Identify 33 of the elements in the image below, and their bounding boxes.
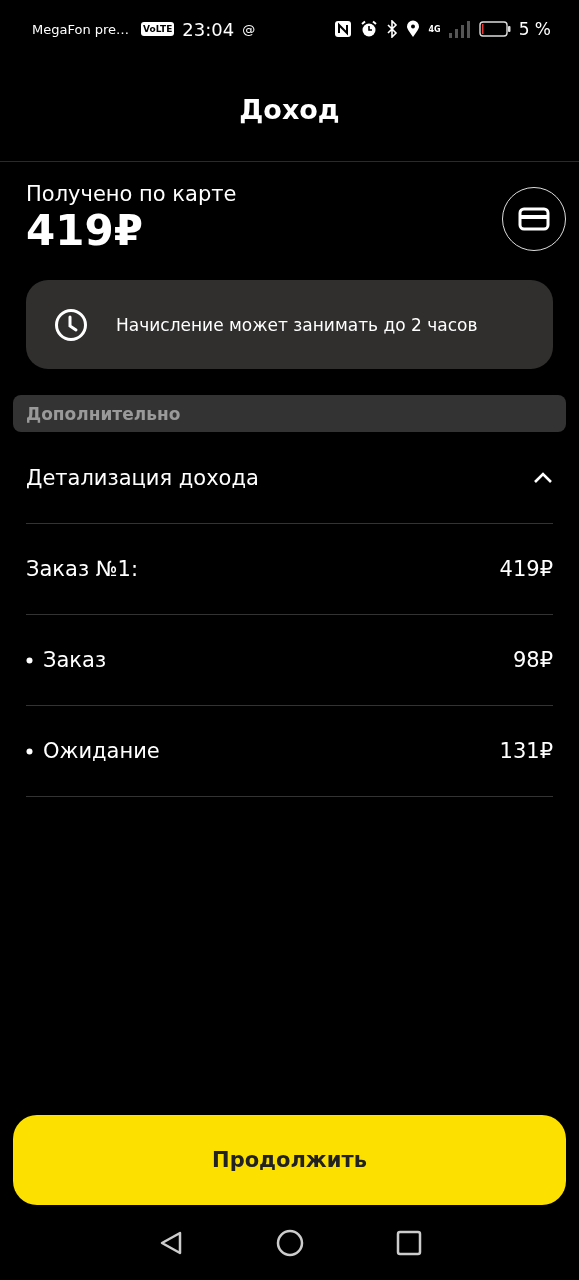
received-amount: 419₽ [26, 206, 144, 257]
clock: 23:04 [182, 18, 235, 40]
row-amount: 98₽ [512, 648, 553, 673]
page-title: Доход [239, 94, 340, 125]
at-sign: @ [242, 21, 256, 37]
row-label: Заказ [43, 648, 107, 673]
location-icon [406, 20, 421, 38]
clock-icon [54, 307, 88, 342]
section-header: Дополнительно [13, 395, 566, 433]
card-icon [518, 207, 550, 232]
row-amount: 131₽ [499, 739, 553, 764]
row-label: Заказ №1: [26, 557, 138, 582]
row-label: Ожидание [43, 739, 160, 764]
alarm-icon [360, 20, 379, 38]
bluetooth-icon [386, 20, 399, 38]
bullet-icon [26, 747, 33, 755]
nfc-icon [334, 20, 353, 38]
recents-icon[interactable] [395, 1229, 422, 1256]
battery-icon [478, 21, 511, 37]
continue-button[interactable]: Продолжить [13, 1115, 566, 1205]
details-title: Детализация дохода [26, 465, 259, 490]
row-amount: 419₽ [499, 557, 553, 582]
carrier-name: MegaFon pre… [32, 21, 130, 37]
volte-badge: VoLTE [141, 22, 175, 36]
details-toggle[interactable]: Детализация дохода [26, 432, 553, 525]
network-type: 4G [428, 24, 441, 34]
battery-percent: 5 % [518, 19, 551, 39]
notice-text: Начисление может занимать до 2 часов [116, 314, 478, 335]
signal-icon [448, 20, 471, 38]
bullet-icon [26, 656, 33, 664]
chevron-up-icon [533, 471, 553, 484]
summary-label: Получено по карте [26, 182, 237, 206]
home-icon[interactable] [275, 1228, 304, 1257]
